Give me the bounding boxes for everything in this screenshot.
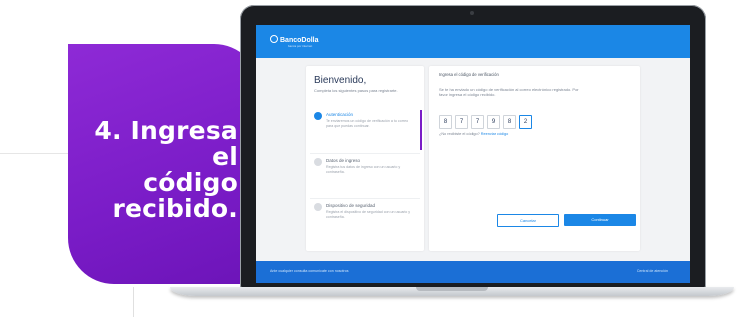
callout-line-2: código [143,168,238,197]
footer-bar: Ante cualquier consulta comunícate con n… [256,261,690,283]
laptop-base [170,287,734,296]
step-callout: 4. Ingresa el código recibido. [68,44,260,284]
step-security-device[interactable]: Dispositivo de seguridad Registra el dis… [310,201,420,241]
resend-link[interactable]: Reenviar código [481,132,508,136]
welcome-description: Completa los siguientes pasos para regis… [314,88,398,93]
verification-title: Ingresa el código de verificación [439,72,499,77]
brand-logo[interactable]: BancoDolla [270,35,319,44]
code-digit-5[interactable]: 8 [503,115,516,129]
step-title: Dispositivo de seguridad [326,203,376,208]
cancel-button[interactable]: Cancelar [497,214,559,227]
verification-panel: Ingresa el código de verificación Se te … [429,66,640,251]
step-title: Datos de ingreso [326,158,361,163]
brand-name: BancoDolla [280,37,319,44]
step-title: Autenticación [326,112,354,117]
code-digit-3[interactable]: 7 [471,115,484,129]
step-description: Te enviaremos un código de verificación … [326,119,409,128]
continue-button[interactable]: Continuar [564,214,636,226]
registration-steps-panel: Bienvenido, Completa los siguientes paso… [306,66,424,251]
step-login-data[interactable]: Datos de ingreso Registra tus datos de i… [310,156,420,196]
code-input-group: 8 7 7 9 8 2 [439,115,532,129]
step-indicator-icon [314,158,322,166]
code-digit-2[interactable]: 7 [455,115,468,129]
code-digit-6[interactable]: 2 [519,115,532,129]
logo-icon [270,35,278,43]
callout-line-1: 4. Ingresa el [94,116,238,171]
footer-help-link[interactable]: Central de atención [637,269,668,273]
code-digit-1[interactable]: 8 [439,115,452,129]
divider [310,198,420,199]
resend-row: ¿No recibiste el código? Reenviar código [439,132,508,136]
code-digit-4[interactable]: 9 [487,115,500,129]
footer-contact-text[interactable]: Ante cualquier consulta comunícate con n… [270,269,349,273]
verification-description: Se te ha enviado un código de verificaci… [439,87,579,97]
callout-line-3: recibido. [112,194,238,223]
step-indicator-icon [314,112,322,120]
step-authentication[interactable]: Autenticación Te enviaremos un código de… [310,110,422,150]
guide-line-vertical [133,287,134,317]
divider [310,153,420,154]
step-description: Registra el dispositivo de seguridad con… [326,210,411,219]
laptop-lid: BancoDolla banca por internet Bienvenido… [240,5,706,288]
welcome-title: Bienvenido, [314,75,367,86]
laptop-notch [416,287,488,291]
step-description: Registra tus datos de ingreso con un usu… [326,165,401,174]
top-bar: BancoDolla banca por internet [256,25,690,58]
step-indicator-icon [314,203,322,211]
camera-icon [470,11,474,15]
laptop-screen: BancoDolla banca por internet Bienvenido… [256,25,690,283]
resend-text: ¿No recibiste el código? [439,132,480,136]
brand-subtitle: banca por internet [288,44,313,48]
